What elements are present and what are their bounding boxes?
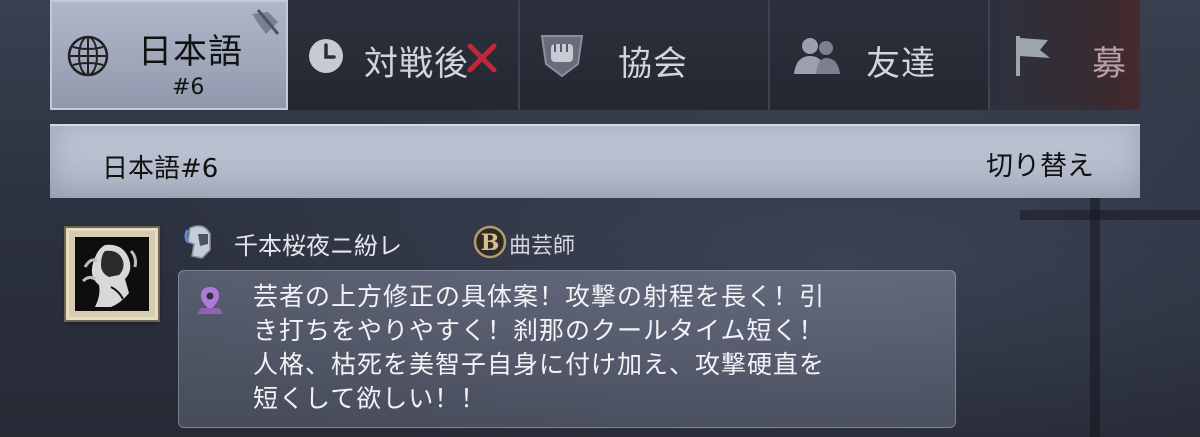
- channel-name: 日本語#6: [102, 154, 219, 184]
- fist-shield-icon: [540, 35, 584, 78]
- tab-japanese[interactable]: 日本語 #6: [50, 0, 288, 110]
- avatar[interactable]: [66, 228, 158, 320]
- tab-guild[interactable]: 協会: [520, 0, 770, 110]
- svg-text:B: B: [481, 230, 500, 256]
- tab-friends[interactable]: 友達: [770, 0, 990, 110]
- portrait-image: [75, 237, 149, 311]
- switch-channel-button[interactable]: 切り替え: [986, 144, 1094, 183]
- tab-label: 協会: [618, 44, 688, 84]
- sender-name[interactable]: 千本桜夜ニ紛レ: [234, 226, 402, 261]
- role-badge-icon: B: [473, 225, 507, 259]
- helmet-icon: [184, 225, 211, 259]
- tab-label: 友達: [866, 44, 936, 84]
- sender-role: 曲芸師: [509, 234, 576, 259]
- message-line: 短くして欲しい！！: [253, 384, 487, 413]
- globe-icon: [67, 35, 109, 77]
- avatar-portrait: [75, 237, 149, 311]
- tab-label: 募: [1092, 44, 1127, 84]
- message-line: 芸者の上方修正の具体案！攻撃の射程を長く！引: [253, 282, 826, 311]
- flag-icon: [1016, 36, 1050, 76]
- chat-tab-bar: 日本語 #6 対戦後 協会 友達 募: [50, 0, 1140, 110]
- clock-icon: [309, 39, 343, 73]
- tab-recruit[interactable]: 募: [990, 0, 1140, 110]
- message-line: 人格、枯死を美智子自身に付け加え、攻撃硬直を: [253, 350, 826, 379]
- location-pin-icon: [197, 287, 223, 314]
- tab-label: 日本語: [138, 32, 243, 72]
- message-line: き打ちをやりやすく！刹那のクールタイム短く！: [253, 316, 825, 345]
- friends-icon: [794, 38, 840, 74]
- message-text: 芸者の上方修正の具体案！攻撃の射程を長く！引 き打ちをやりやすく！刹那のクールタ…: [253, 280, 953, 416]
- tab-after-match[interactable]: 対戦後: [288, 0, 520, 110]
- close-icon: [467, 43, 497, 73]
- background-window-frame: [1020, 190, 1200, 437]
- channel-bar: 日本語#6 切り替え: [50, 124, 1140, 198]
- tab-label: 対戦後: [364, 44, 469, 84]
- tab-channel-number: #6: [172, 75, 205, 100]
- pin-tab-icon: [252, 9, 280, 35]
